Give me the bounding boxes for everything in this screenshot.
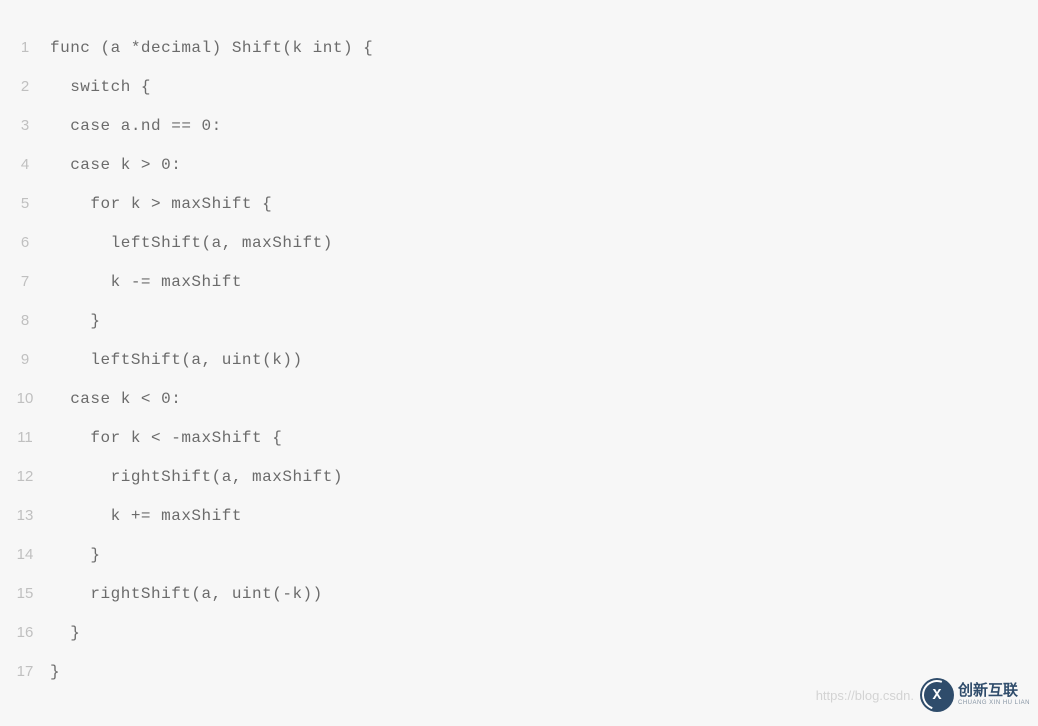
code-line: 12 rightShift(a, maxShift) bbox=[0, 457, 1038, 496]
line-content: switch { bbox=[50, 78, 151, 96]
code-block: 1 func (a *decimal) Shift(k int) { 2 swi… bbox=[0, 28, 1038, 691]
line-content: case a.nd == 0: bbox=[50, 117, 222, 135]
line-number: 6 bbox=[0, 234, 50, 251]
line-number: 7 bbox=[0, 273, 50, 290]
code-line: 14 } bbox=[0, 535, 1038, 574]
line-content: leftShift(a, uint(k)) bbox=[50, 351, 303, 369]
code-line: 15 rightShift(a, uint(-k)) bbox=[0, 574, 1038, 613]
code-line: 4 case k > 0: bbox=[0, 145, 1038, 184]
code-line: 3 case a.nd == 0: bbox=[0, 106, 1038, 145]
logo-icon: X bbox=[920, 678, 954, 712]
line-number: 10 bbox=[0, 390, 50, 407]
line-content: for k > maxShift { bbox=[50, 195, 272, 213]
line-content: leftShift(a, maxShift) bbox=[50, 234, 333, 252]
line-number: 8 bbox=[0, 312, 50, 329]
line-number: 1 bbox=[0, 39, 50, 56]
code-line: 5 for k > maxShift { bbox=[0, 184, 1038, 223]
code-line: 6 leftShift(a, maxShift) bbox=[0, 223, 1038, 262]
line-content: } bbox=[50, 546, 101, 564]
line-number: 5 bbox=[0, 195, 50, 212]
line-number: 12 bbox=[0, 468, 50, 485]
logo-mark: X bbox=[932, 687, 941, 704]
line-content: } bbox=[50, 624, 80, 642]
line-content: for k < -maxShift { bbox=[50, 429, 282, 447]
line-number: 16 bbox=[0, 624, 50, 641]
code-line: 10 case k < 0: bbox=[0, 379, 1038, 418]
line-content: k += maxShift bbox=[50, 507, 242, 525]
line-content: func (a *decimal) Shift(k int) { bbox=[50, 39, 373, 57]
line-number: 11 bbox=[0, 429, 50, 446]
line-number: 3 bbox=[0, 117, 50, 134]
code-line: 7 k -= maxShift bbox=[0, 262, 1038, 301]
line-number: 2 bbox=[0, 78, 50, 95]
line-content: rightShift(a, uint(-k)) bbox=[50, 585, 323, 603]
code-line: 2 switch { bbox=[0, 67, 1038, 106]
code-line: 8 } bbox=[0, 301, 1038, 340]
watermark-logo: X 创新互联 CHUANG XIN HU LIAN bbox=[920, 678, 1030, 712]
line-number: 15 bbox=[0, 585, 50, 602]
code-line: 9 leftShift(a, uint(k)) bbox=[0, 340, 1038, 379]
watermark: https://blog.csdn. X 创新互联 CHUANG XIN HU … bbox=[816, 678, 1030, 712]
line-number: 13 bbox=[0, 507, 50, 524]
logo-cn: 创新互联 bbox=[958, 683, 1030, 700]
code-line: 1 func (a *decimal) Shift(k int) { bbox=[0, 28, 1038, 67]
code-line: 16 } bbox=[0, 613, 1038, 652]
line-content: case k < 0: bbox=[50, 390, 181, 408]
code-line: 11 for k < -maxShift { bbox=[0, 418, 1038, 457]
code-line: 13 k += maxShift bbox=[0, 496, 1038, 535]
watermark-url: https://blog.csdn. bbox=[816, 688, 914, 703]
line-content: } bbox=[50, 663, 60, 681]
line-number: 14 bbox=[0, 546, 50, 563]
line-number: 4 bbox=[0, 156, 50, 173]
line-content: rightShift(a, maxShift) bbox=[50, 468, 343, 486]
logo-en: CHUANG XIN HU LIAN bbox=[958, 700, 1030, 707]
line-content: k -= maxShift bbox=[50, 273, 242, 291]
line-content: } bbox=[50, 312, 101, 330]
line-number: 9 bbox=[0, 351, 50, 368]
logo-text: 创新互联 CHUANG XIN HU LIAN bbox=[958, 683, 1030, 706]
line-number: 17 bbox=[0, 663, 50, 680]
line-content: case k > 0: bbox=[50, 156, 181, 174]
